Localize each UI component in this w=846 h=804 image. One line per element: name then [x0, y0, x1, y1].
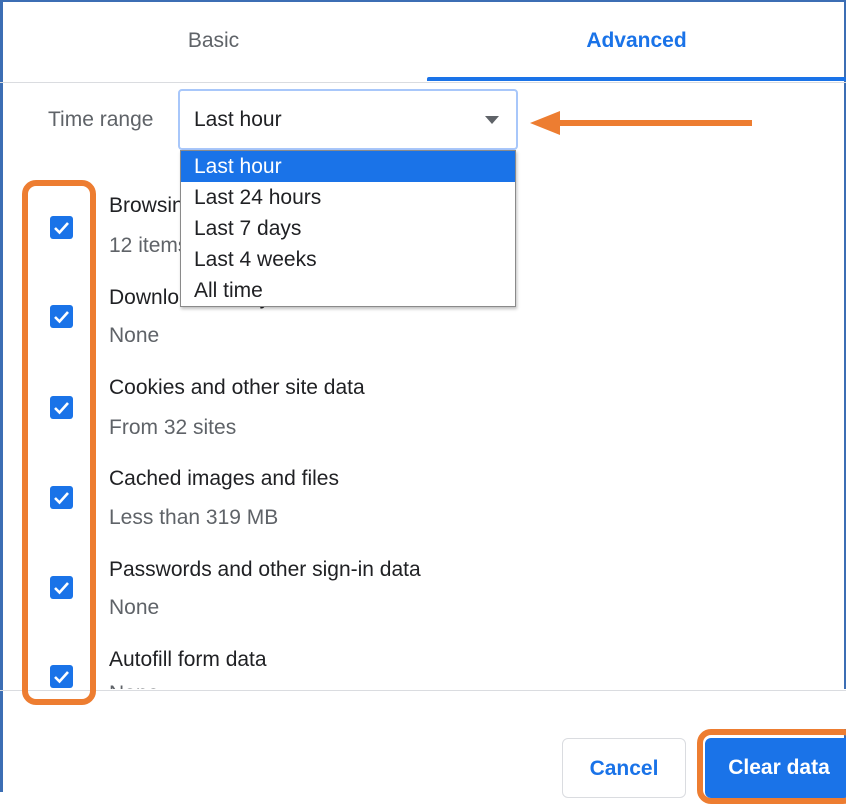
- item-title-passwords: Passwords and other sign-in data: [109, 558, 421, 581]
- option-last-7-days[interactable]: Last 7 days: [181, 213, 515, 244]
- tab-advanced[interactable]: Advanced: [427, 0, 846, 82]
- annotation-arrow-icon: [530, 111, 752, 135]
- option-last-hour[interactable]: Last hour: [181, 151, 515, 182]
- option-all-time[interactable]: All time: [181, 275, 515, 306]
- tab-divider: [0, 82, 846, 83]
- cancel-button[interactable]: Cancel: [562, 738, 686, 798]
- item-subtitle-cookies: From 32 sites: [109, 416, 237, 439]
- option-last-24-hours[interactable]: Last 24 hours: [181, 182, 515, 213]
- time-range-options-list: Last hour Last 24 hours Last 7 days Last…: [180, 150, 516, 307]
- item-subtitle-cached-images: Less than 319 MB: [109, 506, 279, 529]
- clear-browsing-data-dialog: Basic Advanced Time range Last hour Last…: [0, 0, 846, 804]
- item-title-cookies: Cookies and other site data: [109, 376, 365, 399]
- active-tab-indicator: [427, 77, 846, 81]
- item-title-cached-images: Cached images and files: [109, 467, 339, 490]
- annotation-highlight-clear-button: [697, 729, 846, 804]
- time-range-label: Time range: [48, 108, 154, 131]
- tab-basic[interactable]: Basic: [0, 0, 427, 82]
- item-subtitle-browsing-history: 12 items: [109, 234, 189, 257]
- window-border-left: [0, 0, 3, 792]
- time-range-value: Last hour: [194, 107, 282, 131]
- item-subtitle-download-history: None: [109, 324, 160, 347]
- scroll-clip-mask: [100, 689, 846, 729]
- footer-divider: [0, 690, 846, 691]
- item-title-autofill: Autofill form data: [109, 648, 267, 671]
- item-subtitle-passwords: None: [109, 596, 160, 619]
- annotation-highlight-checkboxes: [22, 180, 96, 705]
- dropdown-arrow-icon: [485, 116, 499, 124]
- option-last-4-weeks[interactable]: Last 4 weeks: [181, 244, 515, 275]
- time-range-select[interactable]: Last hour: [178, 89, 518, 150]
